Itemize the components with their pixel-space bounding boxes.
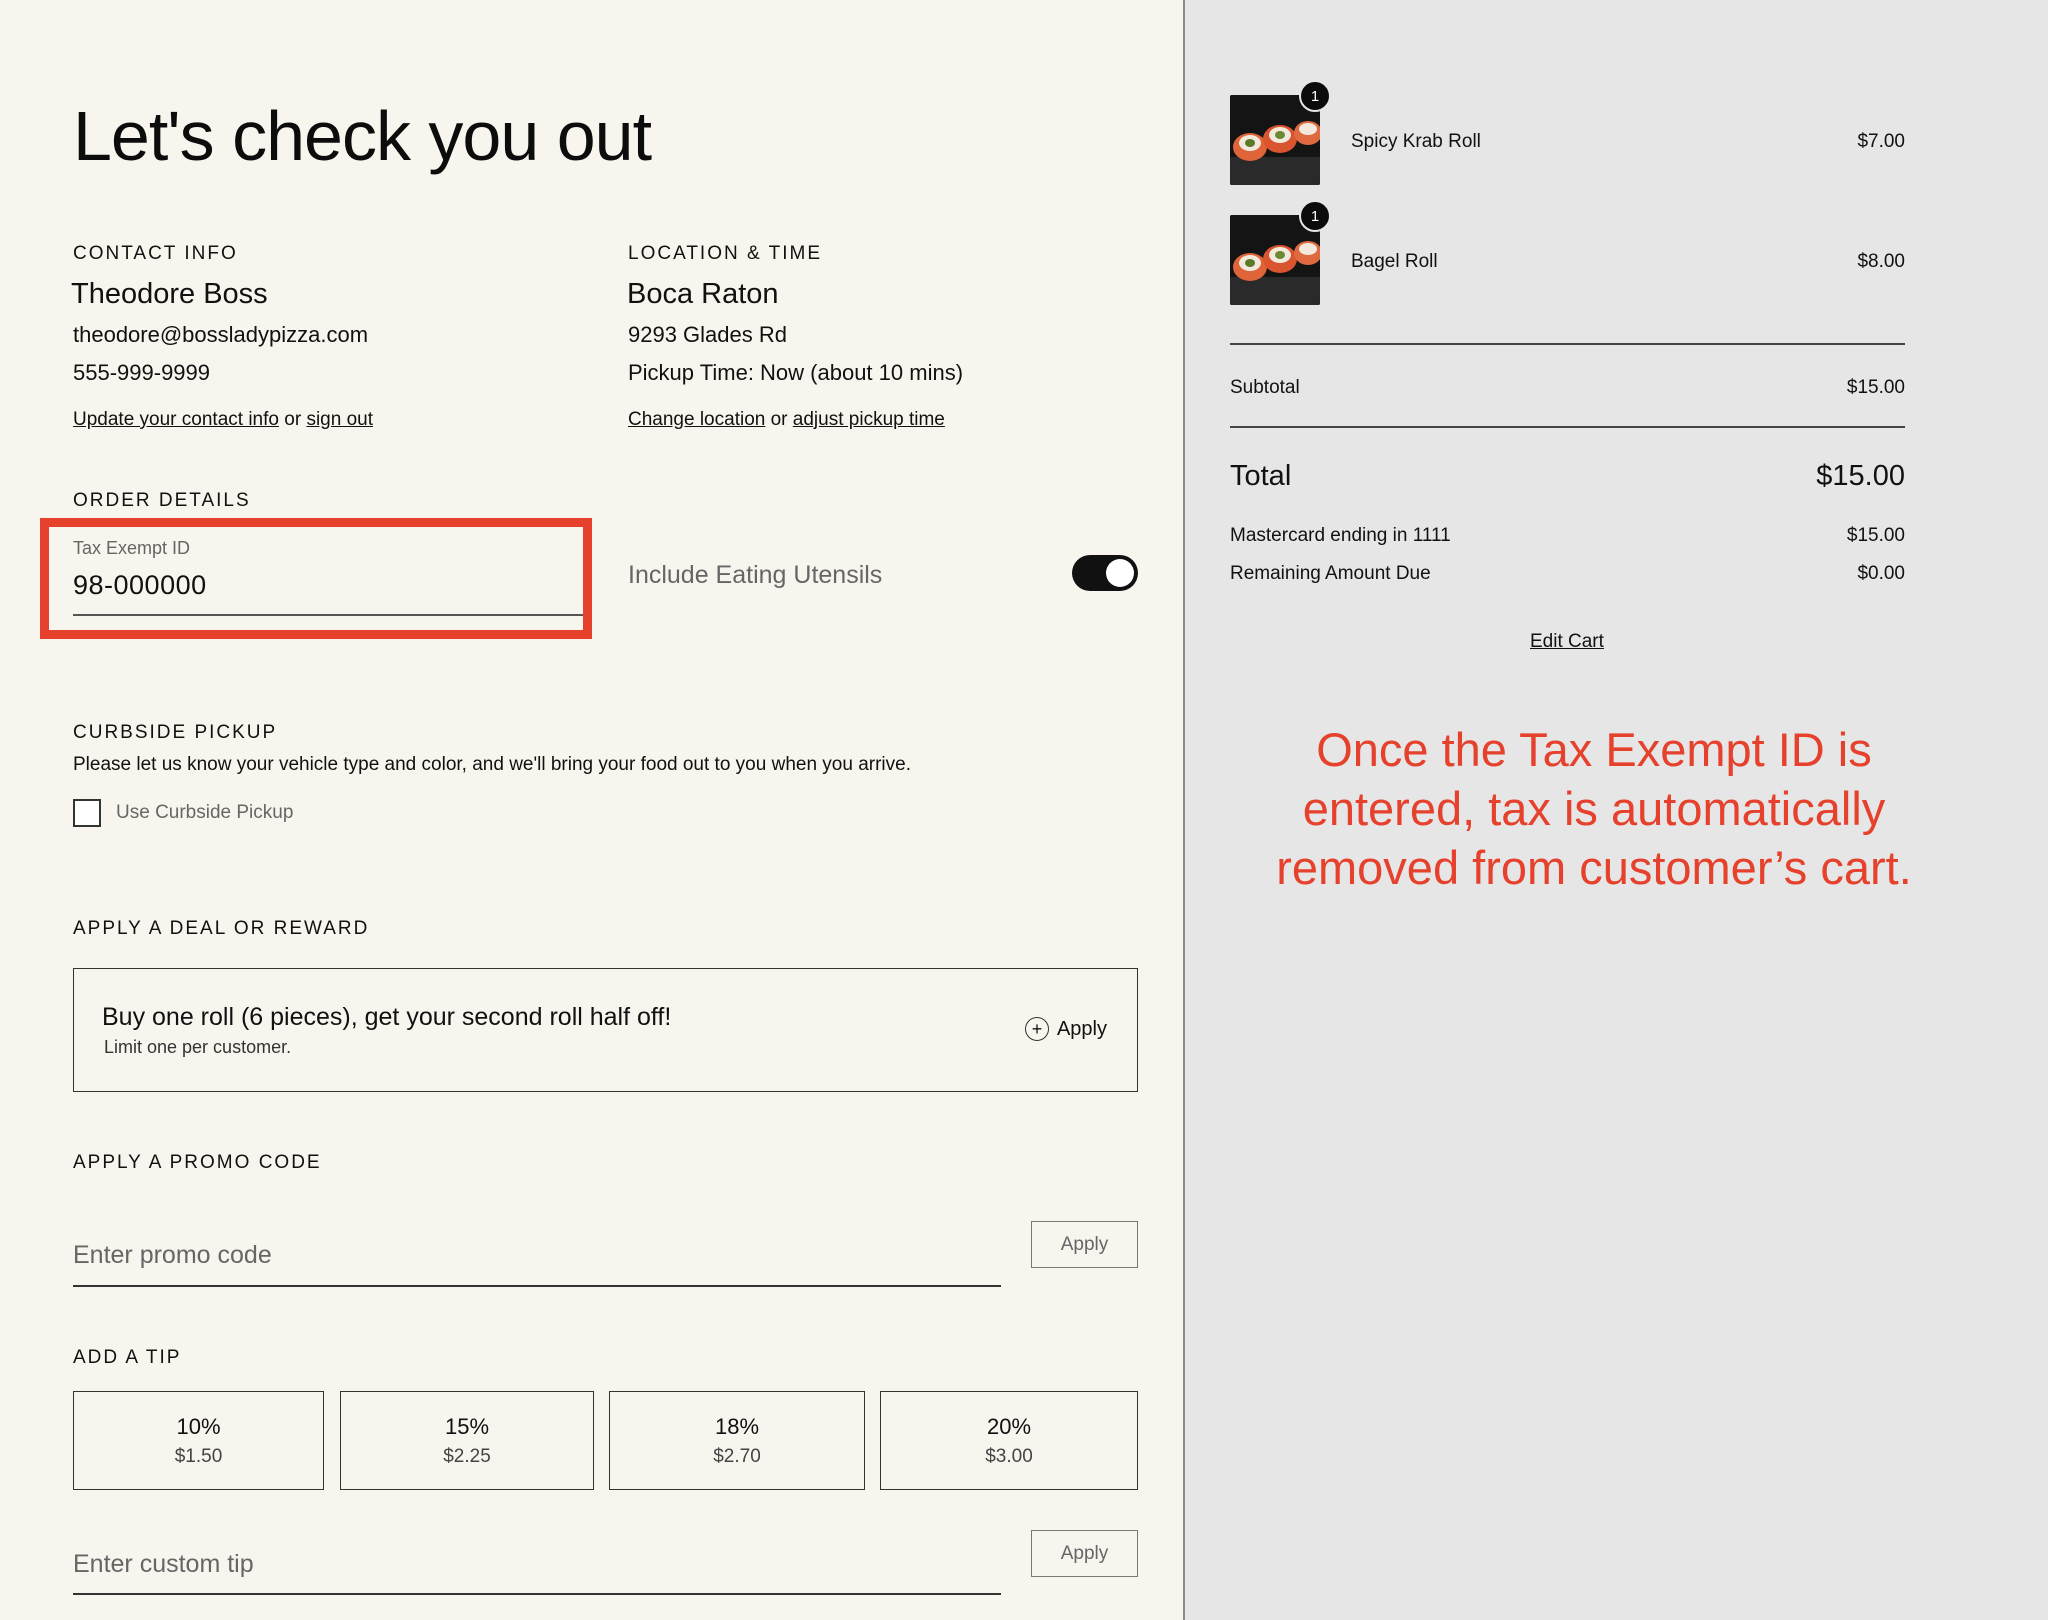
item-quantity-badge: 1 [1299,80,1331,112]
contact-section-label: CONTACT INFO [73,243,238,264]
contact-email: theodore@bossladypizza.com [73,322,369,347]
curbside-checkbox[interactable] [73,799,101,827]
checkout-form-panel: Let's check you out CONTACT INFO Theodor… [0,0,1183,1620]
deal-title: Buy one roll (6 pieces), get your second… [102,1003,672,1031]
pickup-time: Pickup Time: Now (about 10 mins) [628,360,964,385]
divider [1230,343,1905,345]
tip-percent: 18% [714,1413,760,1439]
tip-option-20[interactable]: 20% $3.00 [880,1391,1138,1490]
subtotal-value: $15.00 [1846,377,1905,398]
item-name: Spicy Krab Roll [1351,131,1481,152]
deal-subtitle: Limit one per customer. [104,1037,292,1057]
sign-out-link[interactable]: sign out [306,409,373,430]
tip-amount: $3.00 [985,1445,1033,1467]
contact-name: Theodore Boss [71,278,268,310]
contact-phone: 555-999-9999 [73,360,211,385]
total-value: $15.00 [1816,460,1905,492]
edit-cart-link[interactable]: Edit Cart [1530,631,1604,653]
tip-percent: 10% [176,1413,221,1439]
update-contact-link[interactable]: Update your contact info [73,409,279,430]
promo-input-underline [73,1285,1001,1287]
remaining-due-value: $0.00 [1857,563,1905,584]
or-text: or [284,409,302,430]
tip-option-10[interactable]: 10% $1.50 [73,1391,324,1490]
tip-option-15[interactable]: 15% $2.25 [340,1391,594,1490]
curbside-section-label: CURBSIDE PICKUP [73,722,278,743]
item-price: $8.00 [1857,251,1905,272]
location-name: Boca Raton [627,278,779,310]
or-text: or [770,409,788,430]
promo-section-label: APPLY A PROMO CODE [73,1152,322,1173]
tip-section-label: ADD A TIP [73,1347,182,1368]
plus-circle-icon: + [1024,1017,1049,1041]
payment-method-label: Mastercard ending in 1111 [1230,525,1451,546]
tip-amount: $2.70 [713,1445,761,1467]
deal-apply-button[interactable]: + Apply [1024,1017,1107,1041]
deal-card: Buy one roll (6 pieces), get your second… [73,968,1138,1092]
tip-option-18[interactable]: 18% $2.70 [609,1391,865,1490]
utensils-label: Include Eating Utensils [628,561,883,589]
subtotal-label: Subtotal [1230,377,1300,398]
change-location-link[interactable]: Change location [628,409,765,430]
tip-percent: 15% [444,1413,490,1439]
order-details-section-label: ORDER DETAILS [73,490,251,511]
deal-section-label: APPLY A DEAL OR REWARD [73,918,370,939]
remaining-due-label: Remaining Amount Due [1230,563,1431,584]
item-quantity-badge: 1 [1299,200,1331,232]
custom-tip-apply-button[interactable]: Apply [1031,1530,1138,1577]
custom-tip-underline [73,1593,1001,1595]
payment-amount: $15.00 [1846,525,1905,546]
tip-amount: $1.50 [174,1445,223,1467]
tax-exempt-input[interactable]: 98-000000 [73,570,207,601]
total-label: Total [1230,460,1292,492]
tip-percent: 20% [986,1413,1032,1439]
divider [1230,426,1905,428]
adjust-pickup-time-link[interactable]: adjust pickup time [793,409,945,430]
tip-amount: $2.25 [443,1445,491,1467]
annotation-callout: Once the Tax Exempt ID is entered, tax i… [1276,723,1912,894]
item-price: $7.00 [1857,131,1905,152]
promo-apply-button[interactable]: Apply [1031,1221,1138,1268]
item-name: Bagel Roll [1351,251,1438,272]
curbside-checkbox-label: Use Curbside Pickup [116,802,294,823]
utensils-toggle[interactable] [1072,555,1138,591]
tax-exempt-label: Tax Exempt ID [73,538,191,558]
page-title: Let's check you out [73,97,652,175]
custom-tip-input[interactable]: Enter custom tip [73,1550,254,1579]
deal-apply-label: Apply [1056,1017,1107,1040]
tax-exempt-underline [73,614,583,616]
location-address: 9293 Glades Rd [628,322,787,347]
curbside-description: Please let us know your vehicle type and… [73,754,911,775]
location-section-label: LOCATION & TIME [628,243,822,264]
contact-links: Update your contact info or sign out [73,409,373,431]
location-links: Change location or adjust pickup time [628,409,945,431]
toggle-knob [1106,559,1134,587]
promo-code-input[interactable]: Enter promo code [73,1241,272,1270]
